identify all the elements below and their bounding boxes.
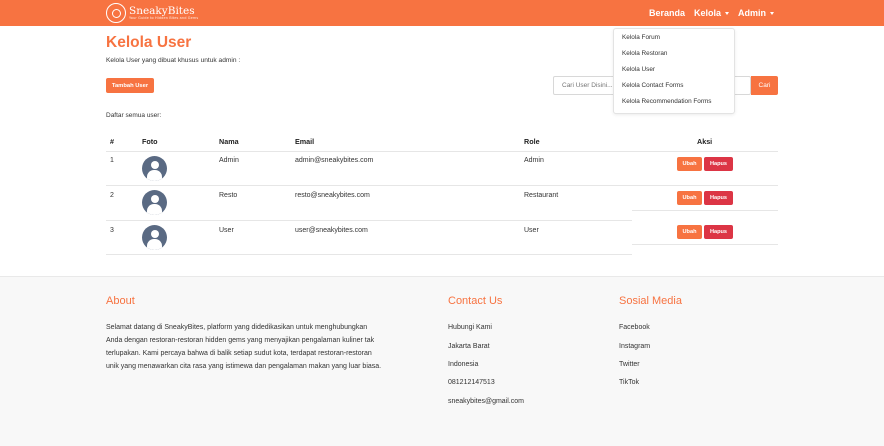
nav-admin-dropdown[interactable]: Admin xyxy=(738,8,774,18)
footer-contact-title: Contact Us xyxy=(448,295,503,307)
user-name: Resto xyxy=(219,192,238,199)
menu-item-manage-contact-forms[interactable]: Kelola Contact Forms xyxy=(622,82,683,89)
edit-button[interactable]: Ubah xyxy=(677,191,702,205)
header-role: Role xyxy=(524,137,540,146)
avatar xyxy=(142,156,167,181)
row-number: 2 xyxy=(110,192,114,199)
nav-manage-dropdown[interactable]: Kelola xyxy=(694,8,729,18)
page-description: Kelola User yang dibuat khusus untuk adm… xyxy=(106,57,241,64)
footer: About Selamat datang di SneakyBites, pla… xyxy=(0,276,884,446)
header-number: # xyxy=(110,137,114,146)
menu-item-manage-restaurant[interactable]: Kelola Restoran xyxy=(622,50,667,57)
user-email: resto@sneakybites.com xyxy=(295,192,370,199)
edit-button[interactable]: Ubah xyxy=(677,157,702,171)
footer-about-title: About xyxy=(106,295,135,307)
nav-home-link[interactable]: Beranda xyxy=(649,8,685,18)
contact-city: Jakarta Barat xyxy=(448,343,490,350)
row-divider xyxy=(106,220,632,221)
row-divider xyxy=(632,210,778,211)
user-name: User xyxy=(219,227,234,234)
edit-button[interactable]: Ubah xyxy=(677,225,702,239)
chevron-down-icon xyxy=(770,11,774,15)
row-divider xyxy=(106,185,632,186)
avatar xyxy=(142,190,167,215)
menu-item-manage-forum[interactable]: Kelola Forum xyxy=(622,34,660,41)
nav-links: Beranda Kelola Admin xyxy=(640,0,774,26)
header-photo: Foto xyxy=(142,137,158,146)
user-list-label: Daftar semua user: xyxy=(106,112,162,119)
contact-phone: 081212147513 xyxy=(448,379,495,386)
chevron-down-icon xyxy=(725,11,729,15)
social-link-facebook[interactable]: Facebook xyxy=(619,324,650,331)
row-number: 3 xyxy=(110,227,114,234)
user-email: admin@sneakybites.com xyxy=(295,157,374,164)
header-name: Nama xyxy=(219,137,239,146)
row-divider xyxy=(632,185,778,186)
contact-country: Indonesia xyxy=(448,361,479,368)
search-button[interactable]: Cari xyxy=(751,76,778,95)
row-number: 1 xyxy=(110,157,114,164)
footer-social-title: Sosial Media xyxy=(619,295,682,307)
delete-button[interactable]: Hapus xyxy=(704,191,733,205)
social-link-instagram[interactable]: Instagram xyxy=(619,343,650,350)
logo-icon xyxy=(106,3,126,23)
header-email: Email xyxy=(295,137,315,146)
avatar xyxy=(142,225,167,250)
brand-tagline: Your Guide to Hidden Bites and Gems xyxy=(129,16,199,20)
add-user-button[interactable]: Tambah User xyxy=(106,78,154,93)
user-email: user@sneakybites.com xyxy=(295,227,368,234)
delete-button[interactable]: Hapus xyxy=(704,157,733,171)
brand-name: SneakyBites xyxy=(129,4,195,17)
menu-item-manage-recommendation-forms[interactable]: Kelola Recommendation Forms xyxy=(622,98,712,105)
table-divider xyxy=(106,151,778,152)
row-divider xyxy=(106,254,632,255)
brand-logo-link[interactable]: SneakyBites Your Guide to Hidden Bites a… xyxy=(106,2,198,24)
social-link-twitter[interactable]: Twitter xyxy=(619,361,640,368)
user-name: Admin xyxy=(219,157,239,164)
menu-item-manage-user[interactable]: Kelola User xyxy=(622,66,655,73)
navbar: SneakyBites Your Guide to Hidden Bites a… xyxy=(0,0,884,26)
footer-about-text: Selamat datang di SneakyBites, platform … xyxy=(106,324,382,370)
contact-heading: Hubungi Kami xyxy=(448,324,492,331)
manage-dropdown-menu: Kelola Forum Kelola Restoran Kelola User… xyxy=(613,28,735,114)
contact-email[interactable]: sneakybites@gmail.com xyxy=(448,398,524,405)
user-role: Restaurant xyxy=(524,192,559,199)
header-action: Aksi xyxy=(697,137,713,146)
social-link-tiktok[interactable]: TikTok xyxy=(619,379,639,386)
user-role: User xyxy=(524,227,539,234)
page-title: Kelola User xyxy=(106,34,192,51)
user-role: Admin xyxy=(524,157,544,164)
delete-button[interactable]: Hapus xyxy=(704,225,733,239)
row-divider xyxy=(632,244,778,245)
